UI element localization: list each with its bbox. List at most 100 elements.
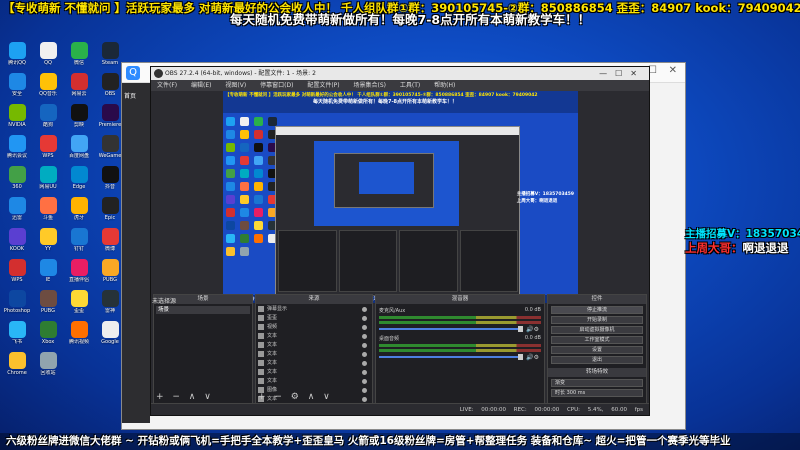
desktop-icon-label: 酷狗 xyxy=(42,122,53,128)
source-item[interactable]: 文本 xyxy=(258,332,370,340)
window-controls[interactable]: —☐✕ xyxy=(599,67,645,80)
desktop-icon-label: QQ xyxy=(44,60,52,66)
desktop-icon[interactable]: QQ xyxy=(33,40,63,71)
source-item[interactable]: 歪歪 xyxy=(258,314,370,322)
eye-icon[interactable] xyxy=(362,306,367,312)
desktop-icon[interactable]: 腾讯会议 xyxy=(2,133,32,164)
scene-tools[interactable]: + − ∧ ∨ xyxy=(156,392,214,402)
desktop-icon[interactable]: 360 xyxy=(2,164,32,195)
desktop-icon-label: 斗鱼 xyxy=(42,215,53,221)
eye-icon[interactable] xyxy=(362,351,367,357)
app-icon xyxy=(70,135,88,152)
preview-side-recruit: 主播招募V：1835703459 xyxy=(516,192,574,197)
source-tools[interactable]: + − ⚙ ∧ ∨ xyxy=(258,392,333,402)
desktop-icon[interactable]: 钉钉 xyxy=(64,226,94,257)
obs-menubar[interactable]: 文件(F) 编辑(E) 视图(V) 停靠窗口(D) 配置文件(P) 场景集合(S… xyxy=(151,80,649,91)
eye-icon[interactable] xyxy=(362,333,367,339)
mixer-dock: 混音器 麦克风/Aux 0.0 dB 🔊⚙ 桌面音频 0.0 dB 🔊⚙ xyxy=(375,294,545,404)
desktop-icon[interactable]: 歪歪 xyxy=(64,288,94,319)
transition-select[interactable]: 渐变 xyxy=(551,379,643,387)
desktop-icon[interactable]: KOOK xyxy=(2,226,32,257)
source-item[interactable]: 文本 xyxy=(258,368,370,376)
desktop-icon[interactable]: 百度网盘 xyxy=(64,133,94,164)
source-name: 文本 xyxy=(267,378,278,384)
virtual-camera-button[interactable]: 启动虚拟摄像机 xyxy=(551,326,643,334)
desktop-icon[interactable]: YY xyxy=(33,226,63,257)
app-icon xyxy=(70,42,88,59)
desktop-icon-label: IE xyxy=(45,277,51,283)
settings-button[interactable]: 设置 xyxy=(551,346,643,354)
app-icon xyxy=(70,104,88,121)
obs-preview[interactable]: 【专收萌新 不懂就问 】活跃玩家最多 对萌新最好的公会收人中！ 千人组队群①群：… xyxy=(223,91,578,303)
desktop-icon[interactable]: QQ音乐 xyxy=(33,71,63,102)
speaker-icon[interactable]: 🔊⚙ xyxy=(526,326,539,333)
eye-icon[interactable] xyxy=(362,387,367,393)
obs-titlebar[interactable]: OBS 27.2.4 (64-bit, windows) - 配置文件: 1 -… xyxy=(151,67,649,80)
source-name: 视频 xyxy=(267,324,278,330)
source-item[interactable]: 文本 xyxy=(258,350,370,358)
source-item[interactable]: 文本 xyxy=(258,359,370,367)
desktop-icon[interactable]: 回收站 xyxy=(33,350,63,381)
volume-meter xyxy=(379,349,541,352)
desktop-icon[interactable]: 虎牙 xyxy=(64,195,94,226)
studio-mode-button[interactable]: 工作室模式 xyxy=(551,336,643,344)
eye-icon[interactable] xyxy=(362,315,367,321)
desktop-icon[interactable]: 网易云 xyxy=(64,71,94,102)
preview-mini-icon xyxy=(254,117,263,126)
speaker-icon[interactable]: 🔊⚙ xyxy=(526,354,539,361)
eye-icon[interactable] xyxy=(362,324,367,330)
close-icon[interactable]: ✕ xyxy=(669,65,677,76)
desktop-icon[interactable]: Edge xyxy=(64,164,94,195)
preview-mini-icon xyxy=(254,143,263,152)
desktop-icon[interactable]: 酷狗 xyxy=(33,102,63,133)
eye-icon[interactable] xyxy=(362,378,367,384)
desktop-icon[interactable]: 飞书 xyxy=(2,319,32,350)
exit-button[interactable]: 退出 xyxy=(551,356,643,364)
preview-mini-icon xyxy=(254,169,263,178)
desktop-icon[interactable]: Xbox xyxy=(33,319,63,350)
desktop-icon[interactable]: 微信 xyxy=(64,40,94,71)
overlay-recruit: 主播招募V：1835703459 xyxy=(685,228,800,240)
desktop-icon[interactable]: WPS xyxy=(2,257,32,288)
scene-item[interactable]: 场景 xyxy=(156,306,250,314)
volume-slider[interactable]: 🔊⚙ xyxy=(379,326,541,333)
eye-icon[interactable] xyxy=(362,360,367,366)
source-item[interactable]: 弹幕显示 xyxy=(258,305,370,313)
preview-mini-icon xyxy=(268,117,277,126)
obs-window[interactable]: OBS 27.2.4 (64-bit, windows) - 配置文件: 1 -… xyxy=(150,66,650,416)
desktop-icon[interactable]: 网易UU xyxy=(33,164,63,195)
browser-home-link[interactable]: 首页 xyxy=(122,83,150,108)
source-item[interactable]: 文本 xyxy=(258,341,370,349)
desktop-icon[interactable]: Photoshop xyxy=(2,288,32,319)
app-icon xyxy=(8,73,26,90)
app-icon xyxy=(8,352,26,369)
preview-mini-icon xyxy=(226,130,235,139)
desktop-icon[interactable]: 剪映 xyxy=(64,102,94,133)
source-item[interactable]: 文本 xyxy=(258,377,370,385)
desktop-icon[interactable]: Chrome xyxy=(2,350,32,381)
eye-icon[interactable] xyxy=(362,396,367,402)
app-icon xyxy=(39,290,57,307)
source-item[interactable]: 视频 xyxy=(258,323,370,331)
source-type-icon xyxy=(258,333,264,339)
eye-icon[interactable] xyxy=(362,342,367,348)
desktop-icon-label: 歪歪 xyxy=(73,308,84,314)
app-icon xyxy=(39,197,57,214)
desktop-icon[interactable]: PUBG xyxy=(33,288,63,319)
stop-stream-button[interactable]: 停止推流 xyxy=(551,306,643,314)
desktop-icon[interactable]: 斗鱼 xyxy=(33,195,63,226)
start-recording-button[interactable]: 开始录制 xyxy=(551,316,643,324)
desktop-icon[interactable]: 腾讯视频 xyxy=(64,319,94,350)
desktop-icon[interactable]: 直播伴侣 xyxy=(64,257,94,288)
duration-field[interactable]: 时长 300 ms xyxy=(551,389,643,397)
desktop-icon-label: WPS xyxy=(42,153,54,159)
desktop-icon[interactable]: NVIDIA xyxy=(2,102,32,133)
desktop-icon[interactable]: 腾讯QQ xyxy=(2,40,32,71)
desktop-icon[interactable]: IE xyxy=(33,257,63,288)
desktop-icon[interactable]: 迅雷 xyxy=(2,195,32,226)
desktop-icon[interactable]: WPS xyxy=(33,133,63,164)
desktop-icon-label: 网易云 xyxy=(71,91,87,97)
eye-icon[interactable] xyxy=(362,369,367,375)
volume-slider[interactable]: 🔊⚙ xyxy=(379,354,541,361)
desktop-icon[interactable]: 安全 xyxy=(2,71,32,102)
